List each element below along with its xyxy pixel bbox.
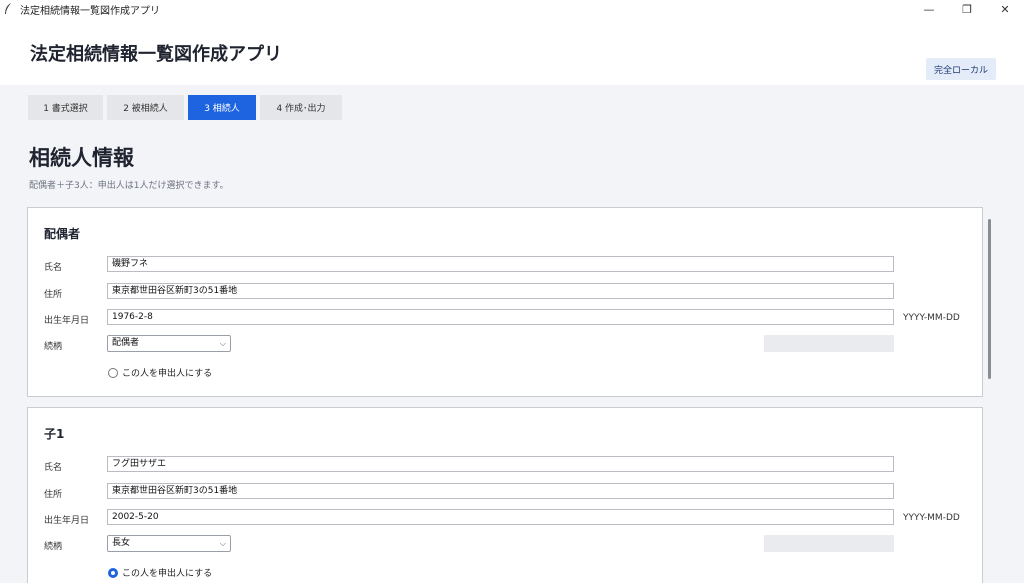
heir-card-spouse: 配偶者 氏名 磯野フネ 住所 東京都世田谷区新町3の51番地 出生年月日 197… — [27, 207, 983, 397]
applicant-label: この人を申出人にする — [122, 569, 213, 579]
relation-value: 配偶者 — [112, 338, 140, 348]
window-titlebar: 法定相続情報一覧図作成アプリ — ❐ ✕ — [0, 0, 1024, 18]
birth-input[interactable]: 1976-2-8 — [107, 309, 894, 325]
scroll-thumb[interactable] — [988, 219, 991, 379]
tab-format[interactable]: 1 書式選択 — [28, 95, 103, 120]
name-input[interactable]: 磯野フネ — [107, 256, 894, 272]
birth-format-hint: YYYY-MM-DD — [903, 513, 960, 523]
birth-label: 出生年月日 — [44, 516, 90, 526]
relation-label: 続柄 — [44, 342, 63, 352]
tab-heirs[interactable]: 3 相続人 — [188, 95, 256, 120]
window-title: 法定相続情報一覧図作成アプリ — [20, 5, 160, 17]
address-label: 住所 — [44, 490, 63, 500]
disabled-field — [764, 535, 894, 552]
relation-select[interactable]: 長女 ⌵ — [107, 535, 231, 552]
address-label: 住所 — [44, 290, 63, 300]
card-title: 配偶者 — [44, 227, 81, 241]
chevron-down-icon: ⌵ — [219, 339, 226, 348]
radio-selected-icon[interactable] — [108, 567, 118, 578]
chevron-down-icon: ⌵ — [219, 539, 226, 548]
radio-icon[interactable] — [108, 367, 118, 378]
minimize-button[interactable]: — — [910, 0, 948, 18]
relation-value: 長女 — [112, 538, 131, 548]
step-tabs: 1 書式選択 2 被相続人 3 相続人 4 作成･出力 — [28, 95, 342, 120]
birth-format-hint: YYYY-MM-DD — [903, 313, 960, 323]
app-title: 法定相続情報一覧図作成アプリ — [30, 44, 282, 65]
restore-button[interactable]: ❐ — [948, 0, 986, 18]
tab-decedent[interactable]: 2 被相続人 — [107, 95, 184, 120]
page-title: 相続人情報 — [29, 146, 134, 170]
heir-card-child-1: 子1 氏名 フグ田サザエ 住所 東京都世田谷区新町3の51番地 出生年月日 20… — [27, 407, 983, 583]
birth-label: 出生年月日 — [44, 316, 90, 326]
close-button[interactable]: ✕ — [986, 0, 1024, 18]
app-header: 法定相続情報一覧図作成アプリ 完全ローカル — [0, 18, 1024, 85]
disabled-field — [764, 335, 894, 352]
window-controls: — ❐ ✕ — [910, 0, 1024, 18]
relation-label: 続柄 — [44, 542, 63, 552]
feather-icon — [4, 3, 14, 15]
local-badge: 完全ローカル — [926, 58, 996, 80]
relation-select[interactable]: 配偶者 ⌵ — [107, 335, 231, 352]
applicant-label: この人を申出人にする — [122, 369, 213, 379]
name-label: 氏名 — [44, 463, 63, 473]
applicant-radio[interactable]: この人を申出人にする — [108, 366, 212, 379]
tab-output[interactable]: 4 作成･出力 — [260, 95, 342, 120]
address-input[interactable]: 東京都世田谷区新町3の51番地 — [107, 483, 894, 499]
card-title: 子1 — [44, 427, 65, 441]
address-input[interactable]: 東京都世田谷区新町3の51番地 — [107, 283, 894, 299]
applicant-radio[interactable]: この人を申出人にする — [108, 566, 212, 579]
name-label: 氏名 — [44, 263, 63, 273]
name-input[interactable]: フグ田サザエ — [107, 456, 894, 472]
birth-input[interactable]: 2002-5-20 — [107, 509, 894, 525]
scrollbar[interactable] — [983, 207, 997, 583]
page-description: 配偶者＋子3人：申出人は1人だけ選択できます。 — [29, 181, 229, 191]
